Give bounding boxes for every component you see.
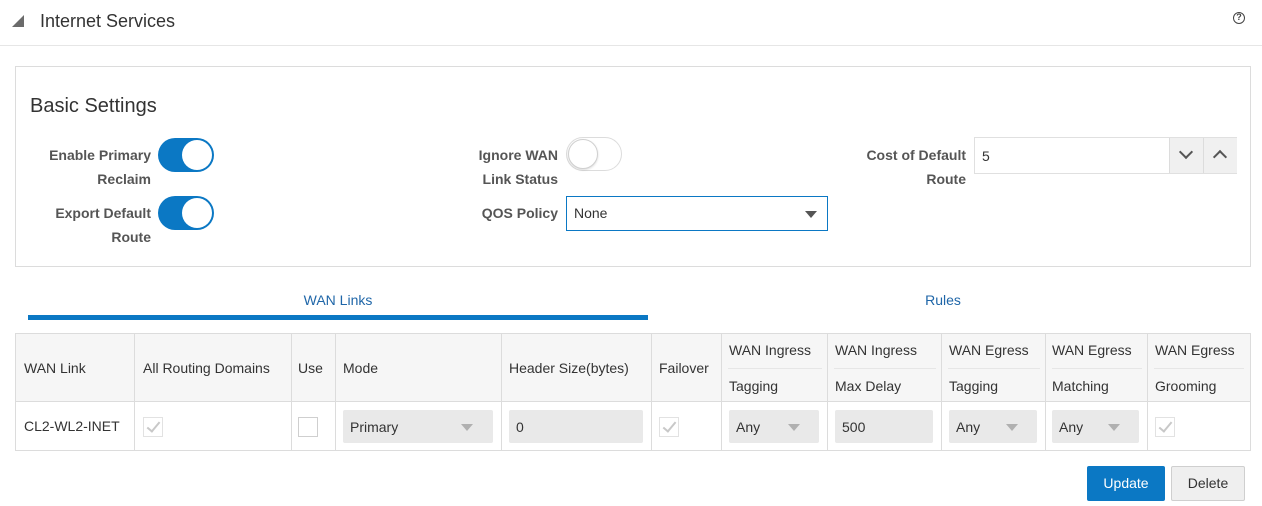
decrement-button[interactable]: [1169, 138, 1203, 173]
tab-wan-links[interactable]: WAN Links: [28, 281, 648, 319]
enable-primary-reclaim-label-line2: Reclaim: [97, 171, 151, 187]
cost-of-default-route-input[interactable]: 5: [974, 137, 1237, 174]
ignore-wan-link-status-label-line2: Link Status: [482, 171, 558, 187]
dropdown-caret-icon: [788, 424, 800, 431]
column-header-mode[interactable]: Mode: [343, 360, 378, 376]
wan-link-cell: CL2-WL2-INET: [24, 418, 120, 434]
toggle-knob: [568, 139, 598, 169]
column-divider: [721, 334, 722, 450]
help-icon[interactable]: ?: [1233, 12, 1245, 24]
dropdown-caret-icon: [1108, 424, 1120, 431]
column-header-ingress-tagging-line2[interactable]: Tagging: [729, 378, 778, 394]
ingress-tagging-value: Any: [736, 419, 761, 435]
cost-of-default-route-label-line1: Cost of Default: [866, 147, 966, 163]
column-header-ingress-tagging-line1[interactable]: WAN Ingress: [729, 342, 811, 358]
export-default-route-label-line2: Route: [111, 229, 151, 245]
export-default-route-toggle[interactable]: [158, 196, 214, 230]
column-header-use[interactable]: Use: [298, 360, 323, 376]
column-header-egress-matching-line1[interactable]: WAN Egress: [1052, 342, 1132, 358]
column-divider: [941, 334, 942, 450]
column-divider: [335, 334, 336, 450]
column-header-wan-link[interactable]: WAN Link: [24, 360, 86, 376]
column-header-failover[interactable]: Failover: [659, 360, 709, 376]
ingress-tagging-select[interactable]: Any: [729, 410, 819, 443]
header-group-divider: [834, 368, 936, 369]
toggle-knob: [182, 198, 212, 228]
column-header-ingress-delay-line1[interactable]: WAN Ingress: [835, 342, 917, 358]
mode-select[interactable]: Primary: [343, 410, 493, 443]
column-header-egress-tagging-line2[interactable]: Tagging: [949, 378, 998, 394]
cost-of-default-route-label-line2: Route: [926, 171, 966, 187]
dropdown-caret-icon: [461, 424, 473, 431]
egress-grooming-checkbox[interactable]: [1155, 417, 1175, 437]
delete-button[interactable]: Delete: [1171, 466, 1245, 501]
qos-policy-select[interactable]: None: [566, 196, 828, 231]
cost-of-default-route-value: 5: [982, 148, 990, 164]
mode-value: Primary: [350, 419, 399, 435]
section-header: Internet Services ?: [0, 0, 1262, 46]
failover-checkbox[interactable]: [659, 417, 679, 437]
header-size-input[interactable]: 0: [509, 410, 643, 443]
chevron-up-icon: [1212, 149, 1228, 165]
egress-tagging-value: Any: [956, 419, 981, 435]
increment-button[interactable]: [1203, 138, 1237, 173]
update-button[interactable]: Update: [1087, 466, 1165, 501]
column-divider: [1045, 334, 1046, 450]
export-default-route-label-line1: Export Default: [55, 205, 151, 221]
toggle-knob: [182, 140, 212, 170]
enable-primary-reclaim-label-line1: Enable Primary: [49, 147, 151, 163]
column-header-all-routing-domains[interactable]: All Routing Domains: [143, 360, 270, 376]
ignore-wan-link-status-label: Ignore WAN Link Status: [440, 143, 558, 191]
ingress-max-delay-input[interactable]: 500: [835, 410, 933, 443]
header-group-divider: [1154, 368, 1244, 369]
egress-matching-select[interactable]: Any: [1052, 410, 1139, 443]
column-divider: [501, 334, 502, 450]
column-divider: [134, 334, 135, 450]
wan-links-table: WAN Link All Routing Domains Use Mode He…: [15, 333, 1251, 451]
column-header-egress-matching-line2[interactable]: Matching: [1052, 378, 1109, 394]
collapse-triangle-icon[interactable]: [12, 15, 24, 27]
tab-selected-indicator: [28, 315, 648, 320]
qos-policy-label: QOS Policy: [481, 205, 558, 221]
header-group-divider: [728, 368, 822, 369]
egress-matching-value: Any: [1059, 419, 1084, 435]
dropdown-caret-icon: [1006, 424, 1018, 431]
chevron-down-icon: [1178, 144, 1194, 160]
egress-tagging-select[interactable]: Any: [949, 410, 1037, 443]
dropdown-caret-icon: [805, 211, 817, 218]
basic-settings-title: Basic Settings: [30, 95, 157, 117]
ignore-wan-link-status-label-line1: Ignore WAN: [478, 147, 558, 163]
column-header-ingress-delay-line2[interactable]: Max Delay: [835, 378, 901, 394]
enable-primary-reclaim-label: Enable Primary Reclaim: [30, 143, 151, 191]
export-default-route-label: Export Default Route: [30, 201, 151, 249]
column-divider: [1147, 334, 1148, 450]
ignore-wan-link-status-toggle[interactable]: [566, 137, 622, 171]
ingress-max-delay-value: 500: [842, 419, 866, 435]
all-routing-domains-checkbox[interactable]: [143, 417, 163, 437]
use-checkbox[interactable]: [298, 417, 318, 437]
enable-primary-reclaim-toggle[interactable]: [158, 138, 214, 172]
header-group-divider: [1052, 368, 1142, 369]
tab-rules[interactable]: Rules: [648, 281, 1238, 319]
column-header-egress-tagging-line1[interactable]: WAN Egress: [949, 342, 1029, 358]
header-group-divider: [948, 368, 1040, 369]
column-divider: [651, 334, 652, 450]
column-divider: [291, 334, 292, 450]
qos-policy-value: None: [574, 205, 608, 221]
header-size-value: 0: [516, 419, 524, 435]
column-header-egress-grooming-line2[interactable]: Grooming: [1155, 378, 1216, 394]
column-header-header-size[interactable]: Header Size(bytes): [509, 360, 629, 376]
column-divider: [827, 334, 828, 450]
column-header-egress-grooming-line1[interactable]: WAN Egress: [1155, 342, 1235, 358]
cost-of-default-route-label: Cost of Default Route: [840, 143, 966, 191]
section-title: Internet Services: [40, 11, 176, 31]
